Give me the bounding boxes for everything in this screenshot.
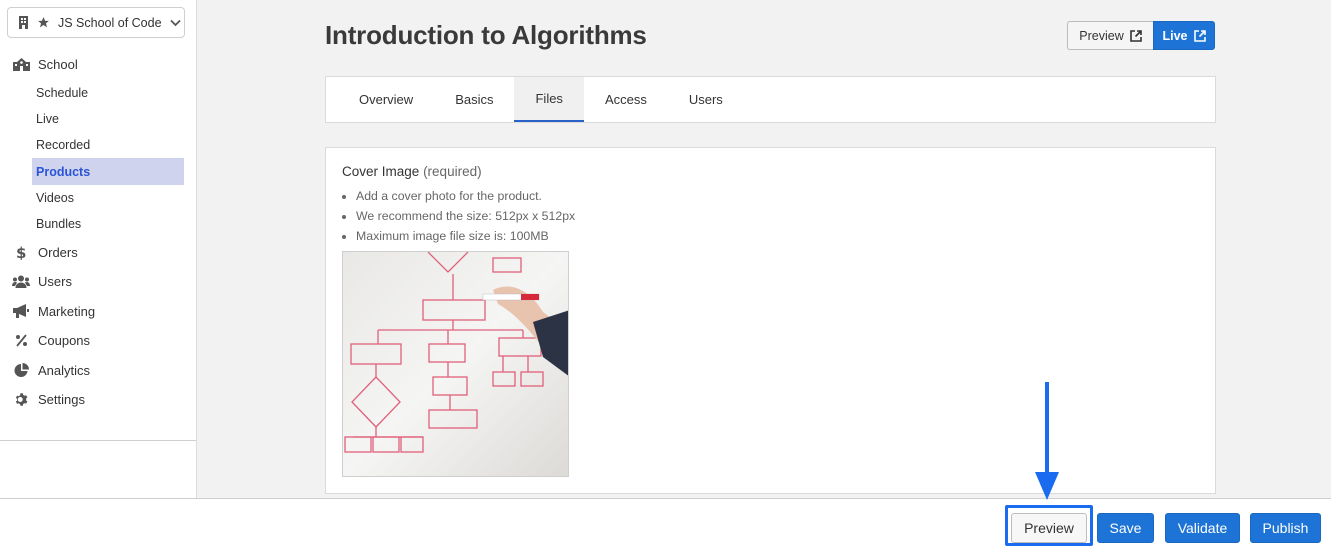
cover-image-title: Cover Image — [342, 164, 420, 179]
school-icon — [12, 58, 30, 72]
validate-button[interactable]: Validate — [1165, 513, 1240, 543]
preview-button[interactable]: Preview — [1011, 513, 1087, 543]
sidebar-item-label: Users — [38, 274, 72, 290]
tab-basics[interactable]: Basics — [434, 77, 514, 122]
top-actions: Preview Live — [1067, 21, 1215, 50]
sidebar-divider — [0, 440, 196, 441]
sidebar-nav: School Schedule Live Recorded Products V… — [0, 50, 196, 414]
whiteboard-flowchart-image — [343, 252, 568, 476]
external-link-icon — [1129, 29, 1142, 42]
sidebar-item-marketing[interactable]: Marketing — [0, 296, 196, 326]
cover-image-preview[interactable] — [342, 251, 569, 477]
chevron-down-icon — [169, 19, 181, 27]
sidebar-item-bundles[interactable]: Bundles — [32, 211, 184, 237]
sidebar-item-orders[interactable]: $ Orders — [0, 237, 196, 267]
sidebar-item-recorded[interactable]: Recorded — [32, 132, 184, 158]
hint-item: Maximum image file size is: 100MB — [356, 226, 575, 246]
required-marker: (required) — [423, 164, 482, 179]
sidebar-item-users[interactable]: Users — [0, 267, 196, 297]
preview-external-button[interactable]: Preview — [1067, 21, 1153, 50]
sidebar-item-settings[interactable]: Settings — [0, 385, 196, 415]
publish-button[interactable]: Publish — [1250, 513, 1321, 543]
hint-item: Add a cover photo for the product. — [356, 186, 575, 206]
external-link-icon — [1193, 29, 1206, 42]
sidebar-item-coupons[interactable]: Coupons — [0, 326, 196, 356]
pie-chart-icon — [12, 362, 30, 378]
tab-access[interactable]: Access — [584, 77, 668, 122]
sidebar-item-analytics[interactable]: Analytics — [0, 355, 196, 385]
live-label: Live — [1162, 28, 1188, 43]
cover-hints: Add a cover photo for the product. We re… — [356, 186, 575, 246]
sidebar-item-label: Orders — [38, 244, 78, 260]
live-external-button[interactable]: Live — [1153, 21, 1215, 50]
gear-icon — [12, 392, 30, 407]
school-name: JS School of Code — [58, 15, 162, 30]
school-selector[interactable]: JS School of Code — [7, 7, 185, 38]
megaphone-icon — [12, 304, 30, 319]
sidebar: JS School of Code School Schedule Live R… — [0, 0, 197, 498]
preview-label: Preview — [1079, 28, 1124, 43]
cover-image-label: Cover Image (required) — [342, 164, 482, 179]
svg-text:$: $ — [16, 245, 26, 260]
sidebar-item-school[interactable]: School — [0, 50, 196, 80]
tab-overview[interactable]: Overview — [338, 77, 434, 122]
sidebar-item-label: Analytics — [38, 362, 91, 378]
product-tabs: Overview Basics Files Access Users — [325, 76, 1216, 123]
page-title: Introduction to Algorithms — [325, 20, 647, 50]
save-button[interactable]: Save — [1097, 513, 1154, 543]
hint-item: We recommend the size: 512px x 512px — [356, 206, 575, 226]
sidebar-item-schedule[interactable]: Schedule — [32, 80, 184, 106]
tab-users[interactable]: Users — [668, 77, 744, 122]
sidebar-item-live[interactable]: Live — [32, 106, 184, 132]
dollar-icon: $ — [12, 245, 30, 260]
sidebar-item-videos[interactable]: Videos — [32, 185, 184, 211]
sidebar-item-label: Settings — [38, 392, 85, 408]
percent-icon — [12, 334, 30, 347]
star-icon — [37, 16, 50, 29]
files-panel: Cover Image (required) Add a cover photo… — [325, 147, 1216, 494]
sidebar-item-label: Marketing — [38, 303, 96, 319]
building-icon — [18, 16, 29, 29]
sidebar-item-label: Coupons — [38, 333, 91, 349]
tab-files[interactable]: Files — [514, 77, 584, 122]
sidebar-item-products[interactable]: Products — [32, 158, 184, 185]
bottom-action-bar: Preview Save Validate Publish — [0, 498, 1331, 548]
sidebar-item-label: School — [38, 57, 78, 73]
users-icon — [12, 275, 30, 289]
